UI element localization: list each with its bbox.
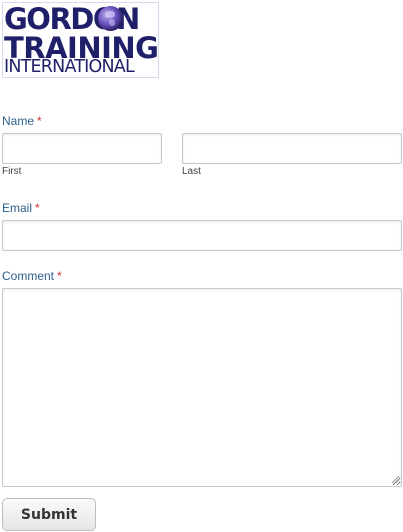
comment-label-text: Comment [2, 269, 55, 283]
globe-icon [98, 6, 123, 31]
name-label: Name * [2, 114, 42, 128]
name-label-text: Name [2, 114, 35, 128]
email-input[interactable] [2, 220, 402, 251]
last-name-input[interactable] [182, 133, 402, 164]
name-required-mark: * [37, 114, 42, 128]
gordon-training-logo: GORDON TRAINING INTERNATIONAL [2, 2, 159, 78]
email-required-mark: * [35, 201, 40, 215]
first-name-input[interactable] [2, 133, 162, 164]
comment-label: Comment * [2, 269, 62, 283]
comment-textarea[interactable] [2, 288, 402, 487]
logo-line-gordon: GORDON [4, 2, 140, 36]
first-name-sublabel: First [2, 166, 22, 177]
comment-required-mark: * [57, 269, 62, 283]
submit-button[interactable]: Submit [2, 498, 96, 531]
email-label-text: Email [2, 201, 33, 215]
last-name-sublabel: Last [182, 166, 201, 177]
logo-line-international: INTERNATIONAL [4, 57, 135, 77]
email-label: Email * [2, 201, 40, 215]
